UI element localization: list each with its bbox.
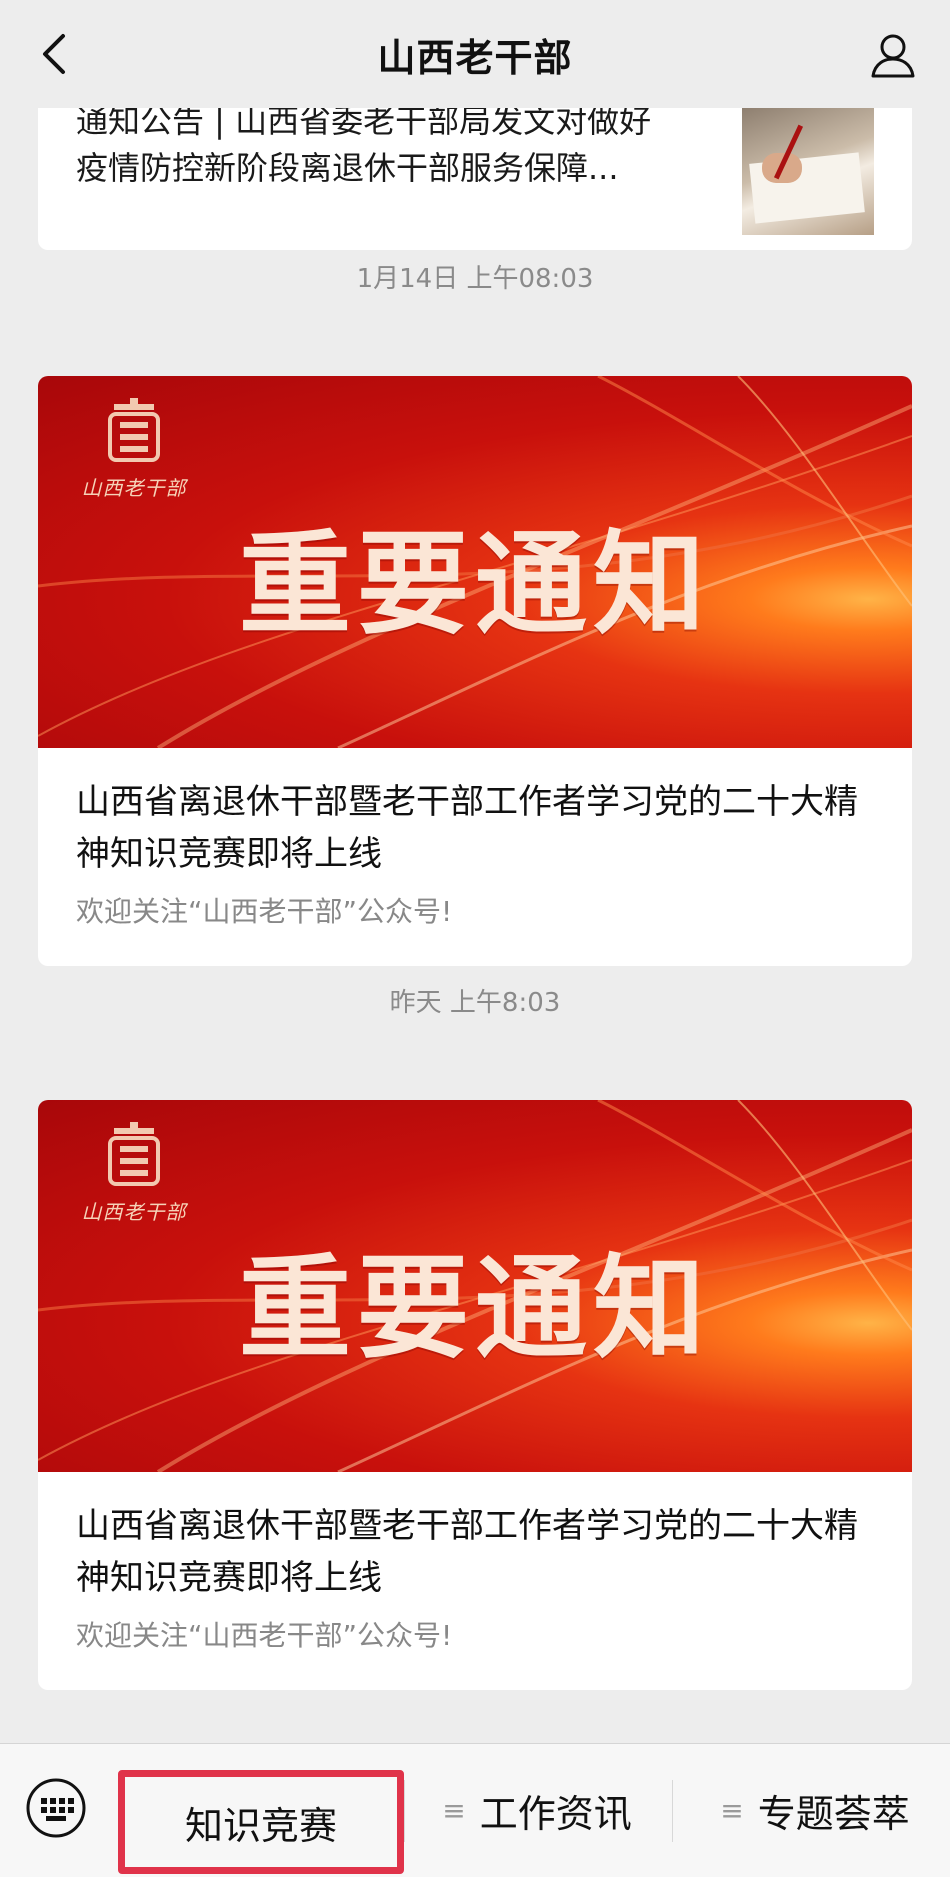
message-timestamp: 昨天 上午8:03 (389, 988, 561, 1018)
back-button[interactable] (30, 30, 78, 78)
article-headline: 山西省离退休干部暨老干部工作者学习党的二十大精神知识竞赛即将上线 (76, 1506, 858, 1598)
top-nav-bar: 山西老干部 (0, 0, 950, 108)
menu-divider (404, 1780, 405, 1842)
article-title: 通知公告 | 山西省委老干部局发文对做好 疫情防控新阶段离退休干部服务保障... (76, 108, 652, 187)
menu-divider (672, 1780, 673, 1842)
menu-lines-icon: ≡ (720, 1793, 744, 1827)
keyboard-toggle-button[interactable] (22, 1774, 90, 1842)
banner-heading: 重要通知 (239, 1243, 711, 1374)
publisher-logo: 山西老干部 (64, 398, 204, 501)
menu-item-knowledge-contest[interactable]: 知识竞赛 (118, 1770, 404, 1874)
article-card[interactable]: 山西老干部 重要通知 山西省离退休干部暨老干部工作者学习党的二十大精神知识竞赛即… (38, 1100, 912, 1690)
keyboard-icon (26, 1778, 86, 1838)
article-card[interactable]: 通知公告 | 山西省委老干部局发文对做好 疫情防控新阶段离退休干部服务保障... (38, 108, 912, 250)
message-feed[interactable]: 通知公告 | 山西省委老干部局发文对做好 疫情防控新阶段离退休干部服务保障...… (0, 108, 950, 1743)
user-icon (871, 34, 915, 78)
banner-heading: 重要通知 (239, 519, 711, 650)
bottom-menu-bar: 知识竞赛 ≡ 工作资讯 ≡ 专题荟萃 (0, 1743, 950, 1877)
article-thumbnail (742, 108, 874, 235)
article-digest: 欢迎关注“山西老干部”公众号! (76, 895, 453, 928)
menu-item-topic-collection[interactable]: ≡ 专题荟萃 (690, 1764, 940, 1856)
page-title: 山西老干部 (377, 35, 573, 80)
article-digest: 欢迎关注“山西老干部”公众号! (76, 1619, 453, 1652)
profile-button[interactable] (866, 28, 920, 82)
chevron-left-icon (43, 34, 65, 74)
article-cover-image: 山西老干部 重要通知 (38, 1100, 912, 1472)
message-timestamp: 1月14日 上午08:03 (356, 264, 594, 294)
article-headline: 山西省离退休干部暨老干部工作者学习党的二十大精神知识竞赛即将上线 (76, 782, 858, 874)
article-cover-image: 山西老干部 重要通知 (38, 376, 912, 748)
publisher-logo: 山西老干部 (64, 1122, 204, 1225)
article-card[interactable]: 山西老干部 重要通知 山西省离退休干部暨老干部工作者学习党的二十大精神知识竞赛即… (38, 376, 912, 966)
menu-item-work-news[interactable]: ≡ 工作资讯 (414, 1764, 660, 1856)
menu-lines-icon: ≡ (442, 1793, 466, 1827)
